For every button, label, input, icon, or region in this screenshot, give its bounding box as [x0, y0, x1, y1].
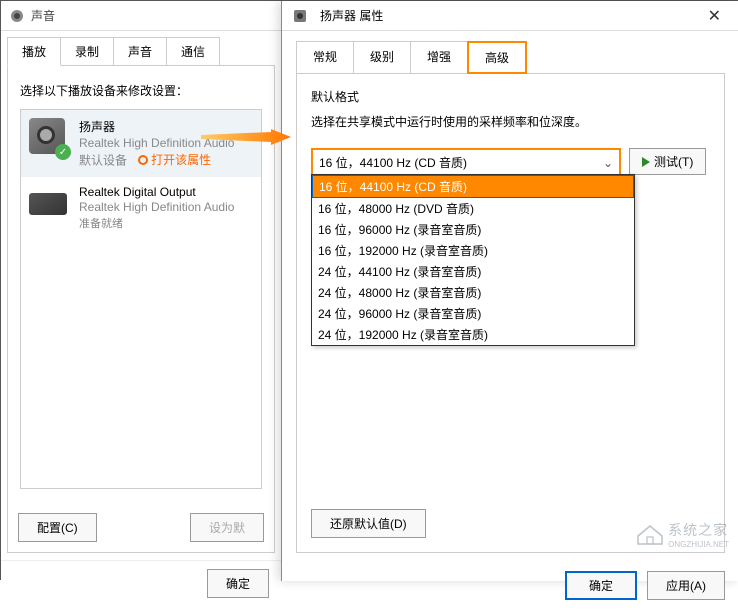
format-select-display[interactable]: 16 位，44100 Hz (CD 音质) ⌄: [311, 148, 621, 177]
props-title: 扬声器 属性: [320, 7, 383, 24]
format-dropdown[interactable]: 16 位，44100 Hz (CD 音质) 16 位，48000 Hz (DVD…: [311, 174, 635, 346]
tab-recording[interactable]: 录制: [60, 37, 114, 66]
sound-window: 声音 播放 录制 声音 通信 选择以下播放设备来修改设置： ✓ 扬声器 Real…: [1, 1, 281, 581]
format-selected-value: 16 位，44100 Hz (CD 音质): [319, 154, 467, 171]
dac-icon: [29, 185, 69, 225]
sound-dialog-buttons: 确定: [1, 560, 281, 606]
props-apply-button[interactable]: 应用(A): [647, 571, 725, 600]
configure-button[interactable]: 配置(C): [18, 513, 97, 542]
sound-titlebar: 声音: [1, 1, 281, 31]
sound-title: 声音: [31, 7, 55, 24]
props-titlebar: 扬声器 属性 ✕: [282, 1, 738, 31]
props-bottom-buttons: 确定 应用(A): [282, 561, 738, 610]
device-desc: Realtek High Definition Audio: [79, 200, 253, 214]
restore-defaults-button[interactable]: 还原默认值(D): [311, 509, 426, 538]
circle-icon: [138, 155, 148, 165]
device-item-digital[interactable]: Realtek Digital Output Realtek High Defi…: [21, 177, 261, 239]
dropdown-option[interactable]: 16 位，96000 Hz (录音室音质): [312, 219, 634, 240]
tab-communications[interactable]: 通信: [166, 37, 220, 66]
dropdown-option[interactable]: 16 位，44100 Hz (CD 音质): [312, 175, 634, 198]
dropdown-option[interactable]: 16 位，192000 Hz (录音室音质): [312, 240, 634, 261]
check-icon: ✓: [55, 144, 71, 160]
close-icon[interactable]: ✕: [700, 4, 729, 28]
default-format-label: 默认格式: [311, 88, 710, 105]
test-button[interactable]: 测试(T): [629, 148, 706, 175]
arrow-annotation: [201, 129, 291, 145]
device-name: Realtek Digital Output: [79, 185, 253, 199]
chevron-down-icon: ⌄: [603, 156, 613, 170]
format-row: 16 位，44100 Hz (CD 音质) ⌄ 16 位，44100 Hz (C…: [311, 148, 710, 177]
device-info: Realtek Digital Output Realtek High Defi…: [79, 185, 253, 231]
dropdown-option[interactable]: 24 位，44100 Hz (录音室音质): [312, 261, 634, 282]
instruction-text: 选择以下播放设备来修改设置：: [20, 82, 262, 99]
play-icon: [642, 157, 650, 167]
sound-bottom-buttons: 配置(C) 设为默: [18, 513, 264, 542]
format-select[interactable]: 16 位，44100 Hz (CD 音质) ⌄ 16 位，44100 Hz (C…: [311, 148, 621, 177]
sound-tabs: 播放 录制 声音 通信: [1, 31, 281, 66]
default-format-desc: 选择在共享模式中运行时使用的采样频率和位深度。: [311, 113, 710, 130]
device-status: 默认设备 打开该属性: [79, 151, 253, 169]
speaker-properties-window: 扬声器 属性 ✕ 常规 级别 增强 高级 默认格式 选择在共享模式中运行时使用的…: [281, 1, 738, 581]
props-ok-button[interactable]: 确定: [565, 571, 637, 600]
props-content: 默认格式 选择在共享模式中运行时使用的采样频率和位深度。 16 位，44100 …: [296, 73, 725, 553]
device-list[interactable]: ✓ 扬声器 Realtek High Definition Audio 默认设备…: [20, 109, 262, 489]
dropdown-option[interactable]: 24 位，192000 Hz (录音室音质): [312, 324, 634, 345]
tab-levels[interactable]: 级别: [353, 41, 411, 74]
device-status: 准备就绪: [79, 215, 253, 231]
tab-enhance[interactable]: 增强: [410, 41, 468, 74]
open-properties-tip: 打开该属性: [138, 151, 211, 168]
speaker-icon: ✓: [29, 118, 69, 158]
props-tabs: 常规 级别 增强 高级: [282, 31, 738, 74]
set-default-button[interactable]: 设为默: [190, 513, 264, 542]
dropdown-option[interactable]: 16 位，48000 Hz (DVD 音质): [312, 198, 634, 219]
sound-icon: [9, 8, 25, 24]
tab-advanced[interactable]: 高级: [467, 41, 527, 74]
dropdown-option[interactable]: 24 位，48000 Hz (录音室音质): [312, 282, 634, 303]
dropdown-option[interactable]: 24 位，96000 Hz (录音室音质): [312, 303, 634, 324]
sound-ok-button[interactable]: 确定: [207, 569, 269, 598]
tab-playback[interactable]: 播放: [7, 37, 61, 66]
tab-sounds[interactable]: 声音: [113, 37, 167, 66]
speaker-small-icon: [292, 8, 308, 24]
tab-general[interactable]: 常规: [296, 41, 354, 74]
